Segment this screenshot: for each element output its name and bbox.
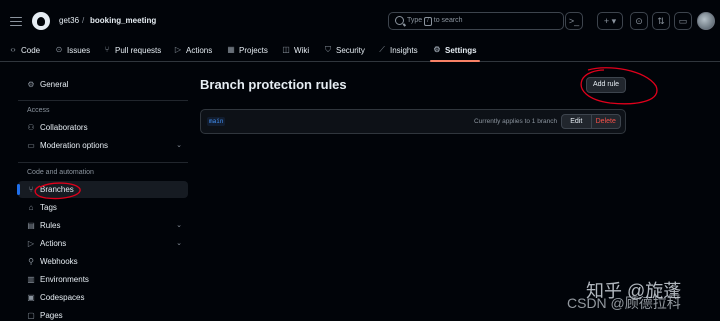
tab-issues[interactable]: ⊙ Issues [55, 38, 90, 62]
pull-request-icon: ⑂ [104, 45, 110, 54]
sidebar-item-rules[interactable]: ▤ Rules ⌄ [18, 217, 188, 234]
repo-nav: ‹› Code ⊙ Issues ⑂ Pull requests ▷ Actions ▦… [0, 38, 720, 62]
branch-icon: ⑂ [28, 184, 34, 194]
sidebar-item-webhooks[interactable]: ⚲ Webhooks [18, 253, 188, 270]
sidebar-item-general[interactable]: ⚙ General [18, 76, 188, 93]
sidebar-divider [18, 100, 188, 101]
comment-icon: ▭ [27, 140, 35, 150]
sidebar-divider [18, 162, 188, 163]
tab-projects[interactable]: ▦ Projects [227, 38, 268, 62]
book-icon: ◫ [282, 45, 290, 54]
tab-actions[interactable]: ▷ Actions [174, 38, 212, 62]
sidebar-item-codespaces[interactable]: ▣ Codespaces [18, 289, 188, 306]
page-title: Branch protection rules [200, 77, 347, 92]
sidebar-item-branches[interactable]: ⑂ Branches [17, 181, 188, 198]
people-icon: ⚇ [27, 122, 35, 132]
sidebar-item-moderation[interactable]: ▭ Moderation options ⌄ [18, 137, 188, 154]
edit-rule-button[interactable]: Edit [562, 115, 592, 128]
sidebar-item-tags[interactable]: ⌂ Tags [18, 199, 188, 216]
search-icon [395, 16, 404, 25]
add-rule-button[interactable]: Add rule [586, 77, 626, 93]
sidebar-item-environments[interactable]: ▥ Environments [18, 271, 188, 288]
issue-icon: ⊙ [55, 45, 63, 54]
rule-applies-text: Currently applies to 1 branch [474, 118, 558, 125]
shield-icon: ⛉ [325, 45, 331, 54]
rule-actions: Edit Delete [561, 114, 621, 129]
avatar[interactable] [697, 12, 715, 30]
command-palette-icon[interactable]: >_ [565, 12, 583, 30]
menu-icon[interactable] [9, 14, 23, 28]
sidebar-item-actions[interactable]: ▷ Actions ⌄ [18, 235, 188, 252]
watermark-csdn: CSDN @顾德拉科 [567, 295, 681, 311]
create-new-icon[interactable]: + ▾ [597, 12, 623, 30]
table-icon: ▦ [227, 45, 235, 54]
tag-icon: ⌂ [28, 202, 34, 212]
search-input[interactable]: Type / to search [388, 12, 564, 30]
tab-code[interactable]: ‹› Code [9, 38, 40, 62]
global-header: get36 / booking_meeting Type / to search… [0, 0, 720, 62]
graph-icon: ⟋ [379, 45, 385, 54]
rule-pattern[interactable]: main [207, 117, 226, 126]
play-icon: ▷ [174, 45, 182, 54]
sidebar-item-pages[interactable]: ▢ Pages [18, 307, 188, 321]
webhook-icon: ⚲ [28, 256, 34, 266]
rules-icon: ▤ [27, 220, 35, 230]
chevron-down-icon: ⌄ [176, 240, 182, 247]
issues-icon[interactable]: ⊙ [630, 12, 648, 30]
server-icon: ▥ [27, 274, 35, 284]
play-icon: ▷ [27, 238, 35, 248]
tab-wiki[interactable]: ◫ Wiki [282, 38, 309, 62]
browser-icon: ▢ [27, 310, 35, 320]
sidebar-heading-code: Code and automation [27, 169, 94, 176]
gear-icon: ⚙ [433, 45, 441, 54]
gear-icon: ⚙ [27, 79, 35, 89]
sidebar-item-collaborators[interactable]: ⚇ Collaborators [18, 119, 188, 136]
tab-insights[interactable]: ⟋ Insights [378, 38, 417, 62]
breadcrumb-separator: / [82, 16, 85, 25]
inbox-icon[interactable]: ▭ [674, 12, 692, 30]
pull-requests-icon[interactable]: ⇅ [652, 12, 670, 30]
github-logo-icon[interactable] [32, 12, 50, 30]
breadcrumb-repo[interactable]: booking_meeting [90, 16, 156, 25]
codespaces-icon: ▣ [27, 292, 35, 302]
search-placeholder: Type / to search [407, 17, 463, 26]
chevron-down-icon: ⌄ [176, 222, 182, 229]
sidebar-heading-access: Access [27, 107, 50, 114]
chevron-down-icon: ⌄ [176, 142, 182, 149]
breadcrumb-owner[interactable]: get36 [59, 16, 79, 25]
tab-security[interactable]: ⛉ Security [324, 38, 365, 62]
tab-pull-requests[interactable]: ⑂ Pull requests [103, 38, 162, 62]
delete-rule-button[interactable]: Delete [592, 115, 621, 128]
code-icon: ‹› [10, 45, 16, 54]
tab-settings[interactable]: ⚙ Settings [430, 38, 480, 62]
